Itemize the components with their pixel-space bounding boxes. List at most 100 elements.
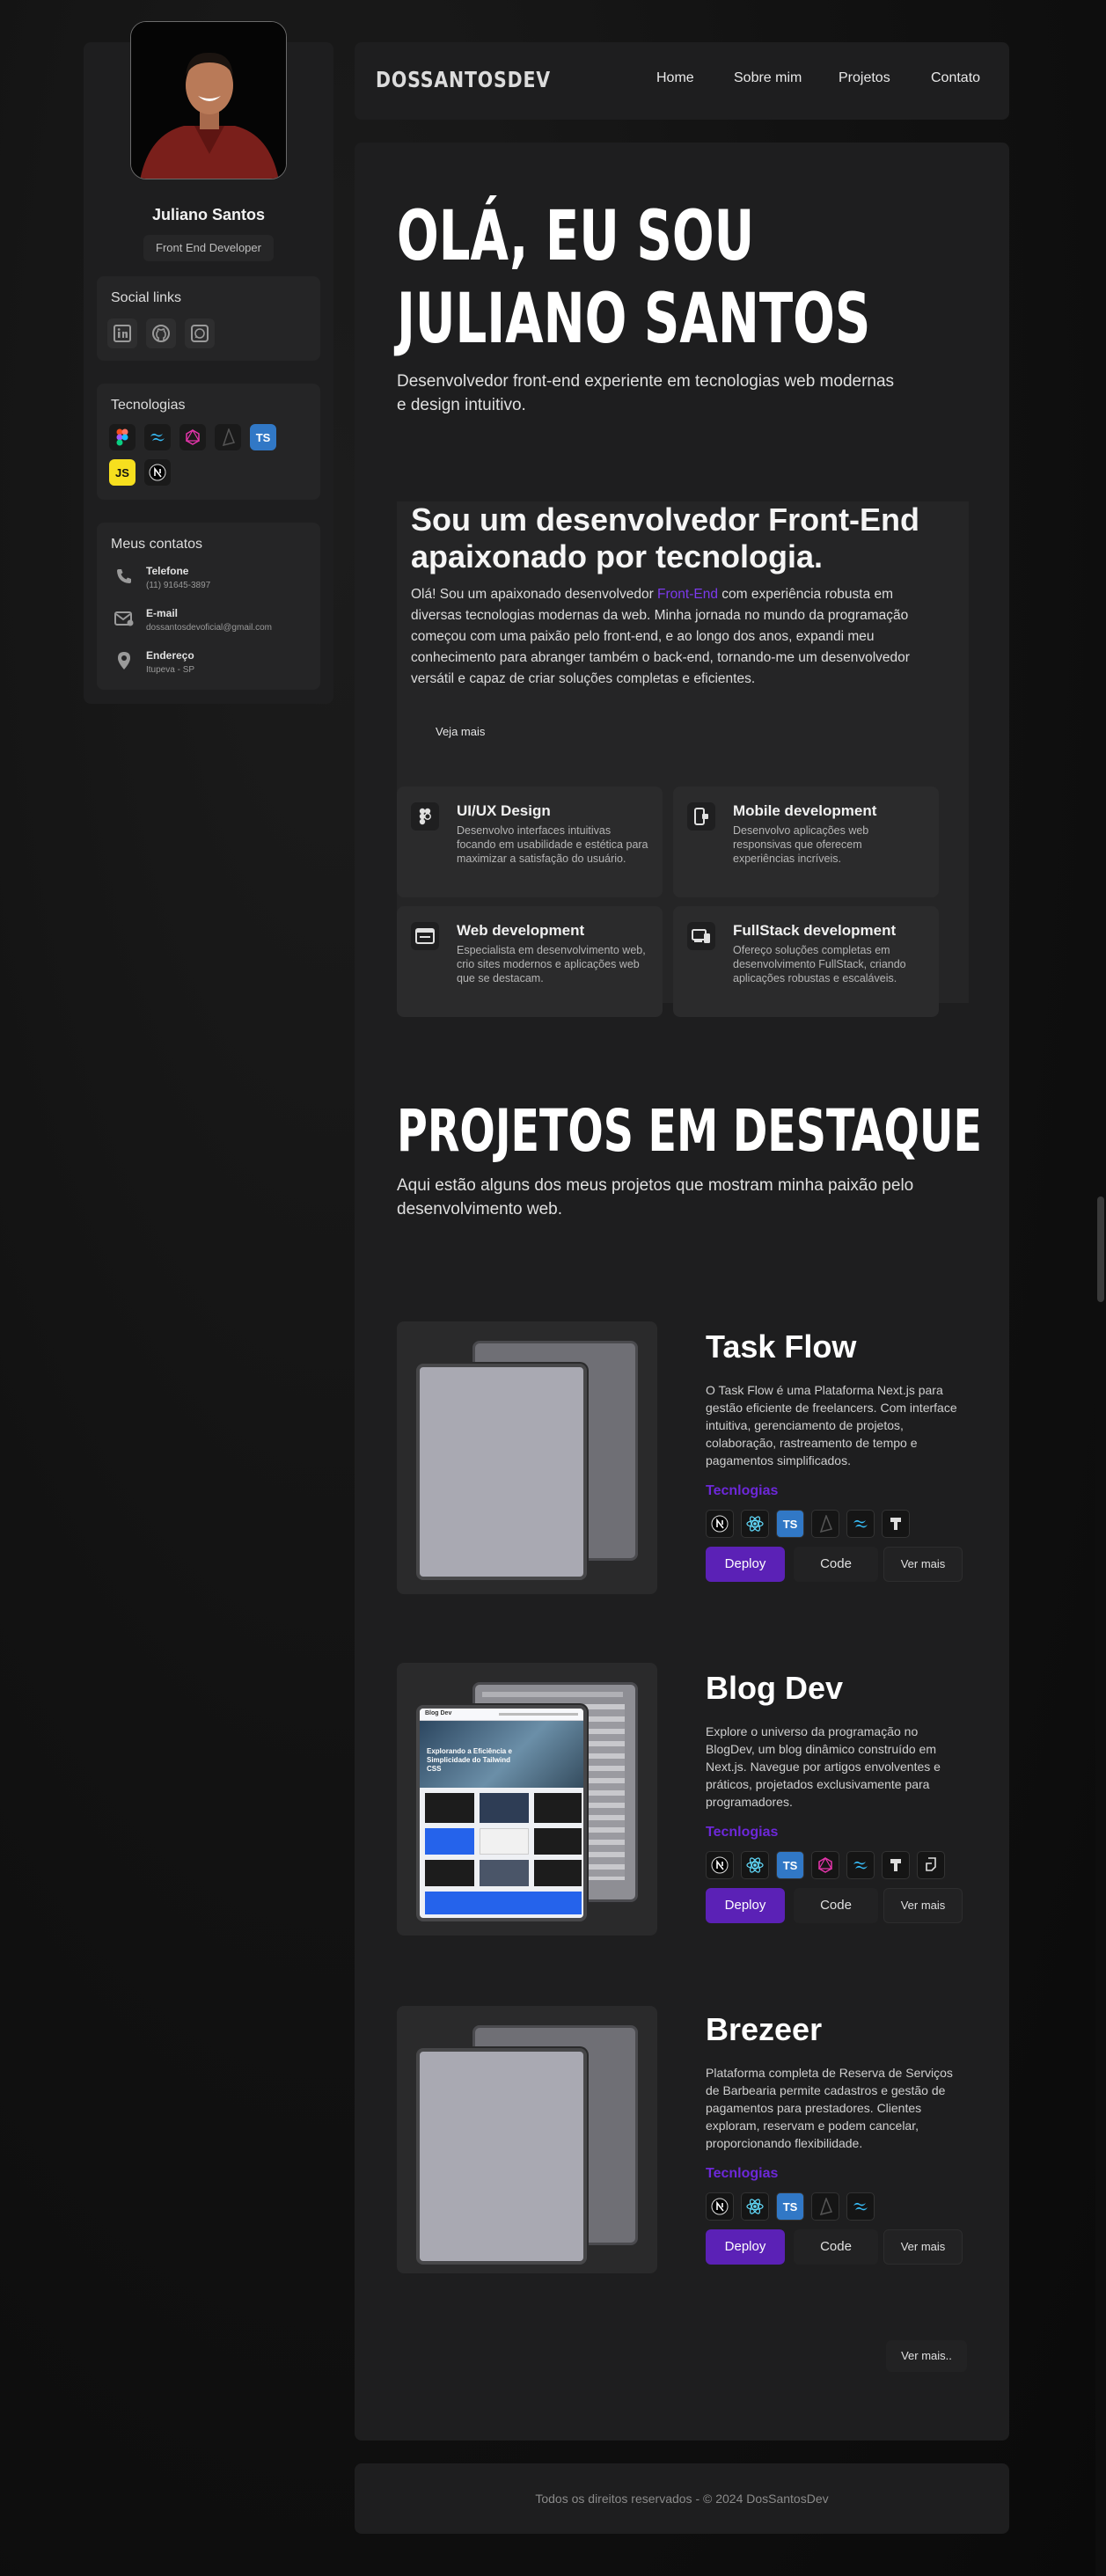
code-button[interactable]: Code	[794, 1547, 878, 1582]
about-text-start: Olá! Sou um apaixonado desenvolvedor	[411, 587, 658, 602]
project-more-button[interactable]: Ver mais	[883, 1547, 963, 1582]
nav-projects[interactable]: Projetos	[839, 70, 890, 86]
technologies-card: Tecnologias TS JS	[97, 384, 320, 500]
shadcn-icon	[882, 1510, 910, 1538]
project-desc: O Task Flow é uma Plataforma Next.js par…	[706, 1383, 957, 1467]
browser-icon	[411, 922, 439, 950]
technologies-title: Tecnologias	[111, 398, 186, 413]
top-navbar: DOSSANTOSDEV Home Sobre mim Projetos Con…	[355, 42, 1009, 120]
react-icon	[741, 2192, 769, 2221]
contact-phone-label: Telefone	[146, 565, 189, 577]
hero-subtitle: Desenvolvedor front-end experiente em te…	[397, 372, 895, 414]
deploy-button[interactable]: Deploy	[706, 1547, 785, 1582]
social-links-card: Social links	[97, 276, 320, 361]
shadcn-icon	[882, 1851, 910, 1879]
nav-home[interactable]: Home	[656, 70, 694, 86]
preview-footer-band	[425, 1892, 582, 1914]
deploy-button[interactable]: Deploy	[706, 2229, 785, 2265]
typescript-icon: TS	[776, 1851, 804, 1879]
contact-email-value: dossantosdevoficial@gmail.com	[146, 623, 272, 633]
tailwind-icon	[846, 2192, 875, 2221]
tablet-front	[416, 1364, 587, 1580]
linkedin-icon[interactable]	[107, 318, 137, 348]
hygraph-icon	[917, 1851, 945, 1879]
react-icon	[741, 1510, 769, 1538]
service-card-web: Web development Especialista em desenvol…	[397, 906, 663, 1017]
preview-card	[534, 1860, 582, 1886]
deploy-button[interactable]: Deploy	[706, 1888, 785, 1923]
preview-nav-links	[499, 1713, 578, 1716]
contact-email-label: E-mail	[146, 607, 179, 619]
location-icon	[111, 648, 137, 674]
contact-address-value: Itupeva - SP	[146, 665, 195, 675]
contacts-card: Meus contatos Telefone (11) 91645-3897 E…	[97, 523, 320, 690]
preview-nav-bar	[482, 1692, 623, 1697]
social-links-title: Social links	[111, 290, 182, 305]
preview-card	[534, 1793, 582, 1823]
contact-phone-value: (11) 91645-3897	[146, 581, 211, 590]
figma-icon	[109, 424, 136, 450]
contact-address-label: Endereço	[146, 649, 194, 662]
footer-copyright: Todos os direitos reservados - © 2024 Do…	[535, 2492, 829, 2506]
scrollbar-thumb[interactable]	[1097, 1197, 1104, 1302]
preview-card	[425, 1828, 474, 1855]
code-button[interactable]: Code	[794, 1888, 878, 1923]
service-desc: Desenvolvo interfaces intuitivas focando…	[457, 824, 648, 865]
typescript-icon: TS	[776, 2192, 804, 2221]
project-desc: Explore o universo da programação no Blo…	[706, 1724, 941, 1809]
service-title: Web development	[457, 922, 585, 939]
preview-card	[480, 1860, 529, 1886]
tailwind-icon	[846, 1851, 875, 1879]
devices-icon	[687, 922, 715, 950]
project-tech-label: Tecnlogias	[706, 1483, 779, 1498]
mail-icon	[111, 605, 137, 632]
nav-contact[interactable]: Contato	[931, 70, 980, 86]
profile-role-badge: Front End Developer	[143, 235, 274, 261]
code-button[interactable]: Code	[794, 2229, 878, 2265]
graphql-icon	[811, 1851, 839, 1879]
projects-heading: PROJETOS EM DESTAQUE	[397, 1097, 982, 1165]
phone-icon	[111, 563, 137, 589]
hero-title-line1: OLÁ, EU SOU	[397, 197, 755, 276]
nextjs-icon	[144, 459, 171, 486]
see-all-projects-button[interactable]: Ver mais..	[886, 2340, 967, 2372]
tablet-front: Blog Dev Explorando a Eficiência e Simpl…	[416, 1705, 587, 1921]
project-preview-taskflow[interactable]	[397, 1321, 657, 1594]
nextjs-icon	[706, 1510, 734, 1538]
about-text: Olá! Sou um apaixonado desenvolvedor Fro…	[411, 584, 939, 690]
main-panel: OLÁ, EU SOU JULIANO SANTOS Desenvolvedor…	[355, 143, 1009, 2441]
project-preview-blogdev[interactable]: Blog Dev Explorando a Eficiência e Simpl…	[397, 1663, 657, 1936]
preview-card	[425, 1793, 474, 1823]
service-desc: Desenvolvo aplicações web responsivas qu…	[733, 824, 869, 865]
nav-about[interactable]: Sobre mim	[734, 70, 802, 86]
project-title: Blog Dev	[706, 1670, 844, 1706]
project-preview-brezeer[interactable]	[397, 2006, 657, 2273]
project-tech-label: Tecnlogias	[706, 1825, 779, 1840]
profile-name: Juliano Santos	[151, 206, 266, 223]
site-logo[interactable]: DOSSANTOSDEV	[376, 67, 551, 92]
preview-brand: Blog Dev	[425, 1710, 452, 1716]
project-more-button[interactable]: Ver mais	[883, 2229, 963, 2265]
preview-hero-headline: Explorando a Eficiência e Simplicidade d…	[427, 1747, 512, 1773]
nextjs-icon	[706, 1851, 734, 1879]
avatar	[130, 21, 287, 179]
page-scrollbar[interactable]	[1095, 0, 1106, 2576]
graphql-icon	[179, 424, 206, 450]
hero-title-line2: JULIANO SANTOS	[397, 280, 871, 359]
tailwind-icon	[846, 1510, 875, 1538]
about-title: Sou um desenvolvedor Front-End apaixonad…	[411, 501, 920, 574]
tablet-front	[416, 2048, 587, 2265]
preview-header: Blog Dev	[420, 1709, 583, 1721]
typescript-icon: TS	[776, 1510, 804, 1538]
contacts-title: Meus contatos	[111, 537, 203, 552]
prisma-icon	[811, 2192, 839, 2221]
see-more-button[interactable]: Veja mais	[420, 718, 501, 745]
github-icon[interactable]	[146, 318, 176, 348]
preview-article-list	[581, 1704, 625, 1880]
prisma-icon	[811, 1510, 839, 1538]
whatsapp-icon[interactable]	[185, 318, 215, 348]
projects-subtitle: Aqui estão alguns dos meus projetos que …	[397, 1176, 914, 1218]
project-more-button[interactable]: Ver mais	[883, 1888, 963, 1923]
service-card-fullstack: FullStack development Ofereço soluções c…	[673, 906, 939, 1017]
service-desc: Ofereço soluções completas em desenvolvi…	[733, 944, 906, 984]
